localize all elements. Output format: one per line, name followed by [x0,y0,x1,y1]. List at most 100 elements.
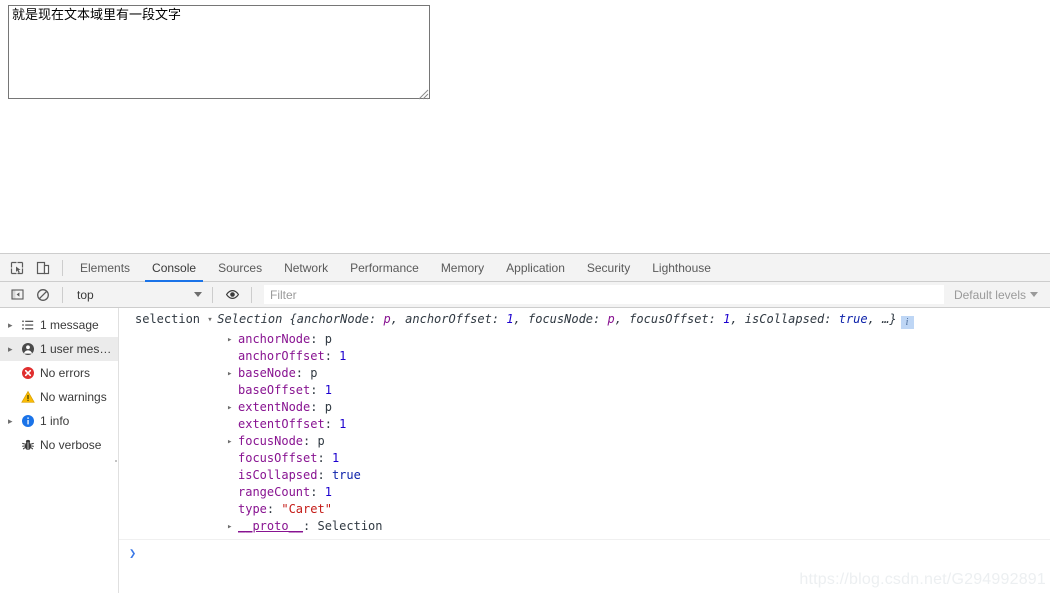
clear-console-icon [37,288,49,301]
property-sep: : [310,485,325,499]
tab-memory[interactable]: Memory [430,254,495,281]
property-row[interactable]: ▸baseOffset: 1 [227,382,1050,399]
device-toolbar-icon [36,261,50,274]
list-icon [18,318,38,332]
log-levels-select[interactable]: Default levels [948,285,1048,305]
console-body: ▸ 1 message ▸ 1 user mes… No errors No w… [0,308,1050,593]
property-disclosure-triangle-icon[interactable]: ▸ [227,366,238,382]
preview-key: isCollapsed [744,312,825,326]
sidebar-item-errors[interactable]: ▸ No errors [0,361,118,385]
property-value: "Caret" [281,502,332,516]
tab-elements[interactable]: Elements [69,254,141,281]
property-value: Selection [317,519,383,533]
preview-key: focusOffset [629,312,709,326]
disclosure-triangle-icon[interactable]: ▸ [8,344,18,354]
object-disclosure-triangle-icon[interactable]: ▾ [207,312,217,328]
property-key: extentNode [238,400,311,414]
preview-value: p [607,312,615,326]
info-badge-icon[interactable]: i [900,316,914,329]
property-value: 1 [324,383,332,397]
chevron-down-icon [1030,292,1038,297]
textarea-input[interactable]: 就是现在文本域里有一段文字 [8,5,430,99]
preview-sep: : [824,312,839,326]
sidebar-item-label: 1 info [40,414,70,428]
screenshot-root: 就是现在文本域里有一段文字 Elements Console Sources N… [0,0,1050,593]
property-key: anchorNode [238,332,311,346]
property-value: p [310,366,318,380]
preview-comma: , [730,312,745,326]
sidebar-item-messages[interactable]: ▸ 1 message [0,313,118,337]
property-value: p [324,400,332,414]
console-output: selection ▾ Selection {anchorNode: p, anc… [119,308,1050,593]
tab-sources[interactable]: Sources [207,254,273,281]
tab-console[interactable]: Console [141,254,207,282]
property-sep: : [317,451,332,465]
property-value: 1 [339,417,347,431]
inspect-element-button[interactable] [4,256,30,280]
sidebar-item-user-messages[interactable]: ▸ 1 user mes… [0,337,118,361]
preview-comma: , [867,312,883,326]
sidebar-item-label: 1 user mes… [40,342,112,356]
object-open-brace: { [289,312,297,326]
property-value: 1 [339,349,347,363]
property-sep: : [324,349,340,363]
property-sep: : [310,383,325,397]
tab-security[interactable]: Security [576,254,641,281]
tab-network[interactable]: Network [273,254,339,281]
property-row-proto[interactable]: ▸ __proto__: Selection [227,518,1050,535]
property-row[interactable]: ▸type: "Caret" [227,501,1050,518]
sidebar-item-label: No verbose [40,438,102,452]
property-sep: : [295,366,311,380]
chevron-down-icon [194,292,202,297]
property-row[interactable]: ▸isCollapsed: true [227,467,1050,484]
property-row[interactable]: ▸rangeCount: 1 [227,484,1050,501]
property-row[interactable]: ▸extentOffset: 1 [227,416,1050,433]
property-disclosure-triangle-icon[interactable]: ▸ [227,519,238,535]
preview-value: p [383,312,391,326]
object-constructor-name: Selection [217,312,283,326]
property-row[interactable]: ▸ anchorNode: p [227,331,1050,348]
property-value: 1 [324,485,332,499]
devtools-tabbar: Elements Console Sources Network Perform… [0,254,1050,282]
live-expression-button[interactable] [219,283,245,307]
property-row[interactable]: ▸ focusNode: p [227,433,1050,450]
toolbar-divider [62,259,63,276]
web-page-area: 就是现在文本域里有一段文字 [0,0,1050,253]
console-sidebar-toggle-button[interactable] [4,283,30,307]
preview-value: 1 [506,312,514,326]
property-disclosure-triangle-icon[interactable]: ▸ [227,400,238,416]
sidebar-item-info[interactable]: ▸ 1 info [0,409,118,433]
error-icon [18,366,38,380]
property-row[interactable]: ▸anchorOffset: 1 [227,348,1050,365]
property-disclosure-triangle-icon[interactable]: ▸ [227,332,238,348]
sidebar-item-warnings[interactable]: ▸ No warnings [0,385,118,409]
property-row[interactable]: ▸ extentNode: p [227,399,1050,416]
execution-context-select[interactable]: top [69,285,206,305]
sidebar-item-verbose[interactable]: ▸ No verbose [0,433,118,457]
device-toolbar-button[interactable] [30,256,56,280]
filterbar-divider-1 [62,286,63,303]
property-disclosure-triangle-icon[interactable]: ▸ [227,434,238,450]
tab-lighthouse[interactable]: Lighthouse [641,254,722,281]
preview-sep: : [369,312,384,326]
console-prompt[interactable]: ❯ [119,539,1050,560]
preview-key: anchorNode [296,312,370,326]
info-icon [18,414,38,428]
disclosure-triangle-icon[interactable]: ▸ [8,416,18,426]
preview-key: anchorOffset [405,312,492,326]
warning-icon [18,390,38,404]
preview-comma: , [614,312,630,326]
clear-console-button[interactable] [30,283,56,307]
tab-performance[interactable]: Performance [339,254,430,281]
log-levels-label: Default levels [953,287,1026,302]
property-key: type [238,502,267,516]
disclosure-triangle-icon[interactable]: ▸ [8,320,18,330]
console-sidebar: ▸ 1 message ▸ 1 user mes… No errors No w… [0,308,119,593]
console-expression: selection [135,312,201,326]
property-sep: : [303,519,318,533]
property-row[interactable]: ▸ baseNode: p [227,365,1050,382]
console-filter-input[interactable] [264,285,944,304]
property-row[interactable]: ▸focusOffset: 1 [227,450,1050,467]
sidebar-item-label: No warnings [40,390,107,404]
tab-application[interactable]: Application [495,254,576,281]
